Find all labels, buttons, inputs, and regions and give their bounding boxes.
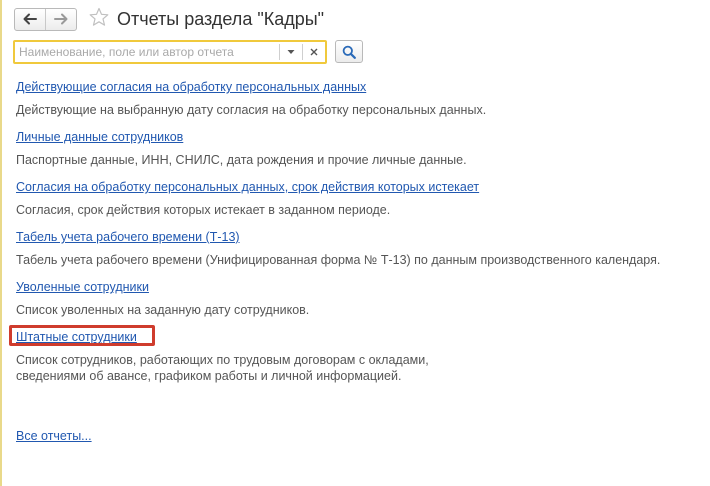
report-item: Уволенные сотрудники Список уволенных на… <box>16 280 309 318</box>
report-description-line: Согласия, срок действия которых истекает… <box>16 203 391 217</box>
reports-page: Отчеты раздела "Кадры" Действующие согла… <box>0 0 710 486</box>
search-field <box>13 40 327 64</box>
report-description-line: Действующие на выбранную дату согласия н… <box>16 103 487 117</box>
back-button[interactable] <box>15 9 45 30</box>
report-item: Действующие согласия на обработку персон… <box>16 80 486 118</box>
magnifier-icon <box>342 45 356 59</box>
arrow-right-icon <box>54 13 68 25</box>
report-description-line: Список сотрудников, работающих по трудов… <box>16 353 429 367</box>
report-description-line: Табель учета рабочего времени (Унифициро… <box>16 253 661 267</box>
report-link[interactable]: Действующие согласия на обработку персон… <box>16 80 486 94</box>
report-description: Табель учета рабочего времени (Унифициро… <box>16 252 660 268</box>
all-reports-link[interactable]: Все отчеты... <box>16 429 92 443</box>
navigation-buttons <box>14 7 77 31</box>
search-button[interactable] <box>335 40 363 63</box>
header: Отчеты раздела "Кадры" <box>14 7 325 32</box>
search-clear-button[interactable] <box>303 42 325 62</box>
favorite-button[interactable] <box>89 7 109 32</box>
report-description: Согласия, срок действия которых истекает… <box>16 202 479 218</box>
report-link[interactable]: Личные данные сотрудников <box>16 130 467 144</box>
clear-icon <box>310 48 318 56</box>
report-description-line: Паспортные данные, ИНН, СНИЛС, дата рожд… <box>16 153 467 167</box>
report-link[interactable]: Уволенные сотрудники <box>16 280 309 294</box>
forward-button[interactable] <box>45 8 76 30</box>
report-item: Табель учета рабочего времени (Т-13) Таб… <box>16 230 660 268</box>
report-description: Список уволенных на заданную дату сотруд… <box>16 302 309 318</box>
report-link[interactable]: Штатные сотрудники <box>16 330 429 344</box>
report-description-line: Список уволенных на заданную дату сотруд… <box>16 303 310 317</box>
report-description: Паспортные данные, ИНН, СНИЛС, дата рожд… <box>16 152 467 168</box>
page-title: Отчеты раздела "Кадры" <box>117 8 325 29</box>
report-item: Штатные сотрудники Список сотрудников, р… <box>16 330 429 384</box>
report-description: Действующие на выбранную дату согласия н… <box>16 102 486 118</box>
report-description: Список сотрудников, работающих по трудов… <box>16 352 429 384</box>
report-item: Личные данные сотрудников Паспортные дан… <box>16 130 467 168</box>
search-input[interactable] <box>15 42 279 62</box>
dropdown-icon <box>287 50 295 54</box>
report-item: Согласия на обработку персональных данны… <box>16 180 479 218</box>
search-dropdown-button[interactable] <box>280 42 302 62</box>
report-description-line: сведениями об авансе, графиком работы и … <box>16 369 402 383</box>
arrow-left-icon <box>23 13 37 25</box>
star-icon <box>89 7 109 26</box>
report-link[interactable]: Табель учета рабочего времени (Т-13) <box>16 230 660 244</box>
report-link[interactable]: Согласия на обработку персональных данны… <box>16 180 479 194</box>
